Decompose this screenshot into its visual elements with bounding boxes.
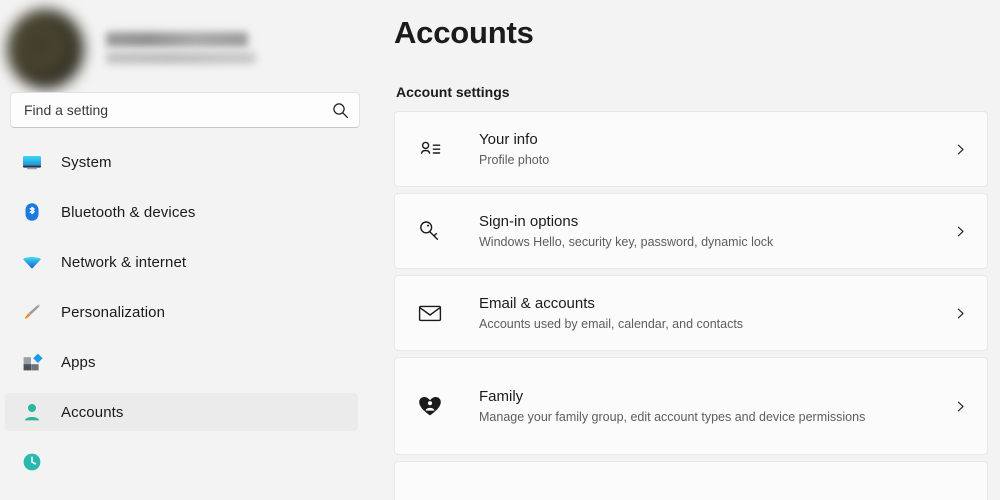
sidebar: System Bluetooth & devices — [0, 0, 382, 500]
section-heading: Account settings — [396, 84, 510, 100]
sidebar-item-label: System — [61, 153, 112, 171]
account-header[interactable] — [0, 0, 382, 92]
settings-card-your-info[interactable]: Your info Profile photo — [394, 111, 988, 187]
key-icon — [417, 218, 443, 244]
account-email-redacted — [106, 52, 256, 64]
card-text-block: Family Manage your family group, edit ac… — [479, 384, 949, 429]
sidebar-item-personalization[interactable]: Personalization — [5, 293, 358, 331]
card-text-block: Email & accounts Accounts used by email,… — [479, 291, 949, 336]
card-subtitle: Windows Hello, security key, password, d… — [479, 234, 774, 249]
sidebar-item-next-partial[interactable] — [5, 443, 358, 481]
heart-people-icon — [417, 393, 443, 419]
card-text-block: Sign-in options Windows Hello, security … — [479, 209, 949, 254]
card-subtitle: Profile photo — [479, 152, 550, 167]
card-text-block: Your info Profile photo — [479, 127, 949, 172]
search-box[interactable] — [10, 92, 360, 128]
settings-card-sign-in-options[interactable]: Sign-in options Windows Hello, security … — [394, 193, 988, 269]
contact-card-icon — [417, 136, 443, 162]
sidebar-item-bluetooth-devices[interactable]: Bluetooth & devices — [5, 193, 358, 231]
sidebar-item-label: Network & internet — [61, 253, 187, 271]
settings-card-email-accounts[interactable]: Email & accounts Accounts used by email,… — [394, 275, 988, 351]
card-title: Sign-in options — [479, 212, 579, 230]
sidebar-item-accounts[interactable]: Accounts — [5, 393, 358, 431]
settings-card-family[interactable]: Family Manage your family group, edit ac… — [394, 357, 988, 455]
sidebar-item-apps[interactable]: Apps — [5, 343, 358, 381]
chevron-right-icon[interactable] — [949, 225, 971, 238]
settings-window: System Bluetooth & devices — [0, 0, 1000, 500]
card-title: Your info — [479, 130, 538, 148]
avatar[interactable] — [7, 9, 84, 89]
apps-grid-icon — [21, 351, 43, 373]
account-identity — [106, 32, 256, 66]
card-subtitle: Accounts used by email, calendar, and co… — [479, 316, 744, 331]
search-container — [0, 92, 382, 128]
bluetooth-icon — [21, 201, 43, 223]
wifi-icon — [21, 251, 43, 273]
chevron-right-icon[interactable] — [949, 307, 971, 320]
paintbrush-icon — [21, 301, 43, 323]
sidebar-item-label: Bluetooth & devices — [61, 203, 196, 221]
sidebar-item-system[interactable]: System — [5, 143, 358, 181]
clock-icon — [21, 451, 43, 473]
person-icon — [21, 401, 43, 423]
sidebar-item-network-internet[interactable]: Network & internet — [5, 243, 358, 281]
sidebar-item-label: Accounts — [61, 403, 124, 421]
search-input[interactable] — [11, 93, 359, 127]
card-subtitle: Manage your family group, edit account t… — [479, 409, 866, 424]
card-title: Email & accounts — [479, 294, 595, 312]
account-name-redacted — [106, 32, 248, 47]
settings-card-next-partial[interactable] — [394, 461, 988, 500]
sidebar-item-label: Personalization — [61, 303, 166, 321]
chevron-right-icon[interactable] — [949, 143, 971, 156]
search-icon[interactable] — [331, 101, 349, 119]
card-title: Family — [479, 387, 524, 405]
chevron-right-icon[interactable] — [949, 400, 971, 413]
sidebar-item-label: Apps — [61, 353, 96, 371]
sidebar-nav: System Bluetooth & devices Network & int… — [0, 143, 382, 481]
page-title: Accounts — [394, 15, 534, 50]
envelope-icon — [417, 300, 443, 326]
monitor-icon — [21, 151, 43, 173]
main-content: Accounts Account settings Your info Prof… — [382, 0, 1000, 500]
